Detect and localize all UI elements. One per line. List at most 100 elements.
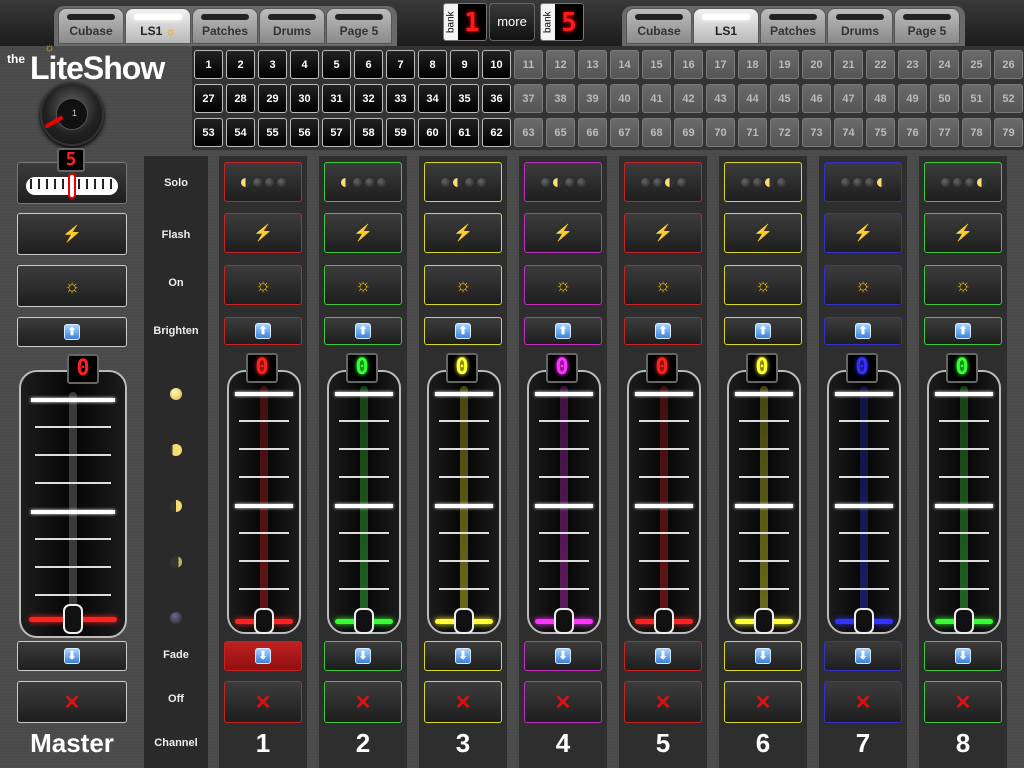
channel-fader[interactable] [427, 370, 501, 634]
brighten-button[interactable]: ⬆ [624, 317, 702, 345]
fade-button[interactable]: ⬇ [424, 641, 502, 671]
master-fader[interactable] [19, 370, 127, 638]
off-button[interactable]: ✕ [624, 681, 702, 723]
brighten-button[interactable]: ⬆ [324, 317, 402, 345]
solo-button[interactable] [424, 162, 502, 202]
bank-right-display[interactable]: bank 5 [540, 3, 584, 41]
master-fader-knob[interactable] [63, 604, 83, 634]
tab-drums[interactable]: Drums [259, 8, 325, 44]
fade-button[interactable]: ⬇ [624, 641, 702, 671]
brighten-button[interactable]: ⬆ [224, 317, 302, 345]
brighten-button[interactable]: ⬆ [924, 317, 1002, 345]
patch-button[interactable]: 1 [194, 50, 223, 79]
tab-drums[interactable]: Drums [827, 8, 893, 44]
patch-button[interactable]: 25 [962, 50, 991, 79]
patch-button[interactable]: 69 [674, 118, 703, 147]
on-button[interactable]: ☼ [224, 265, 302, 305]
flash-button[interactable]: ⚡ [924, 213, 1002, 253]
patch-button[interactable]: 47 [834, 84, 863, 113]
patch-button[interactable]: 59 [386, 118, 415, 147]
bank-left-display[interactable]: bank 1 [443, 3, 487, 41]
tab-page-5[interactable]: Page 5 [326, 8, 392, 44]
flash-button[interactable]: ⚡ [224, 213, 302, 253]
fader-knob[interactable] [954, 608, 974, 634]
patch-button[interactable]: 66 [578, 118, 607, 147]
channel-fader[interactable] [727, 370, 801, 634]
on-button[interactable]: ☼ [724, 265, 802, 305]
patch-button[interactable]: 58 [354, 118, 383, 147]
flash-button[interactable]: ⚡ [524, 213, 602, 253]
brighten-button[interactable]: ⬆ [524, 317, 602, 345]
patch-button[interactable]: 77 [930, 118, 959, 147]
patch-button[interactable]: 15 [642, 50, 671, 79]
patch-button[interactable]: 46 [802, 84, 831, 113]
tab-patches[interactable]: Patches [192, 8, 258, 44]
fade-button[interactable]: ⬇ [924, 641, 1002, 671]
patch-button[interactable]: 71 [738, 118, 767, 147]
patch-button[interactable]: 30 [290, 84, 319, 113]
patch-button[interactable]: 43 [706, 84, 735, 113]
solo-button[interactable] [824, 162, 902, 202]
channel-fader[interactable] [227, 370, 301, 634]
solo-button[interactable] [324, 162, 402, 202]
patch-button[interactable]: 75 [866, 118, 895, 147]
master-brighten-button[interactable]: ⬆ [17, 317, 127, 347]
patch-button[interactable]: 22 [866, 50, 895, 79]
patch-button[interactable]: 48 [866, 84, 895, 113]
patch-button[interactable]: 13 [578, 50, 607, 79]
fader-knob[interactable] [654, 608, 674, 634]
patch-button[interactable]: 65 [546, 118, 575, 147]
patch-button[interactable]: 72 [770, 118, 799, 147]
brighten-button[interactable]: ⬆ [424, 317, 502, 345]
tab-page-5[interactable]: Page 5 [894, 8, 960, 44]
patch-button[interactable]: 74 [834, 118, 863, 147]
patch-button[interactable]: 9 [450, 50, 479, 79]
patch-button[interactable]: 70 [706, 118, 735, 147]
on-button[interactable]: ☼ [624, 265, 702, 305]
on-button[interactable]: ☼ [524, 265, 602, 305]
solo-button[interactable] [724, 162, 802, 202]
fader-knob[interactable] [754, 608, 774, 634]
patch-button[interactable]: 2 [226, 50, 255, 79]
patch-button[interactable]: 79 [994, 118, 1023, 147]
patch-button[interactable]: 12 [546, 50, 575, 79]
flash-button[interactable]: ⚡ [824, 213, 902, 253]
off-button[interactable]: ✕ [424, 681, 502, 723]
solo-button[interactable] [624, 162, 702, 202]
fader-knob[interactable] [254, 608, 274, 634]
patch-button[interactable]: 54 [226, 118, 255, 147]
channel-fader[interactable] [327, 370, 401, 634]
off-button[interactable]: ✕ [924, 681, 1002, 723]
patch-button[interactable]: 78 [962, 118, 991, 147]
master-fade-button[interactable]: ⬇ [17, 641, 127, 671]
patch-button[interactable]: 7 [386, 50, 415, 79]
patch-button[interactable]: 37 [514, 84, 543, 113]
on-button[interactable]: ☼ [824, 265, 902, 305]
patch-button[interactable]: 21 [834, 50, 863, 79]
patch-button[interactable]: 53 [194, 118, 223, 147]
patch-button[interactable]: 5 [322, 50, 351, 79]
patch-button[interactable]: 38 [546, 84, 575, 113]
patch-button[interactable]: 49 [898, 84, 927, 113]
patch-button[interactable]: 31 [322, 84, 351, 113]
tab-cubase[interactable]: Cubase [58, 8, 124, 44]
channel-fader[interactable] [627, 370, 701, 634]
patch-button[interactable]: 36 [482, 84, 511, 113]
solo-button[interactable] [224, 162, 302, 202]
patch-button[interactable]: 67 [610, 118, 639, 147]
patch-button[interactable]: 20 [802, 50, 831, 79]
patch-button[interactable]: 19 [770, 50, 799, 79]
patch-button[interactable]: 41 [642, 84, 671, 113]
patch-button[interactable]: 68 [642, 118, 671, 147]
fader-knob[interactable] [454, 608, 474, 634]
patch-button[interactable]: 18 [738, 50, 767, 79]
off-button[interactable]: ✕ [524, 681, 602, 723]
flash-button[interactable]: ⚡ [724, 213, 802, 253]
patch-button[interactable]: 44 [738, 84, 767, 113]
more-button[interactable]: more [489, 3, 535, 41]
patch-button[interactable]: 51 [962, 84, 991, 113]
patch-button[interactable]: 62 [482, 118, 511, 147]
fade-button[interactable]: ⬇ [224, 641, 302, 671]
flash-button[interactable]: ⚡ [624, 213, 702, 253]
channel-fader[interactable] [527, 370, 601, 634]
